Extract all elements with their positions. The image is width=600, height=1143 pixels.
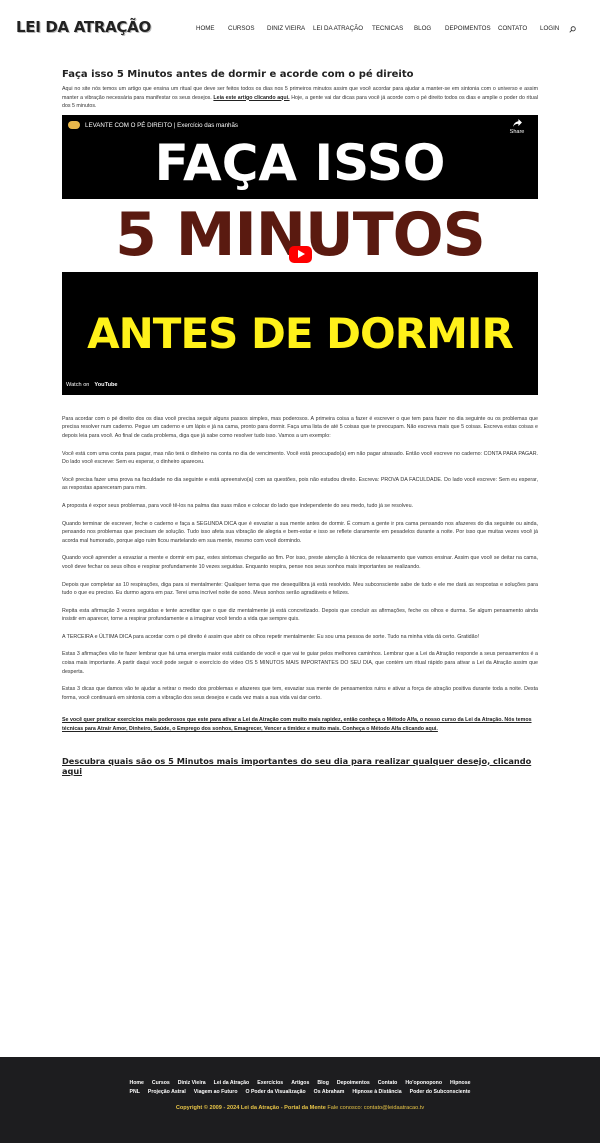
nav-blog[interactable]: BLOG: [414, 25, 431, 32]
article-paragraph: Depois que completar as 10 respirações, …: [62, 581, 538, 597]
nav-tecnicas[interactable]: TECNICAS: [372, 25, 403, 32]
footer-link-exercicios[interactable]: Exercícios: [257, 1080, 283, 1086]
nav-contato[interactable]: CONTATO: [498, 25, 527, 32]
footer-copyright: Copyright © 2009 - 2024 Lei da Atração -…: [0, 1105, 600, 1111]
article-title: Faça isso 5 Minutos antes de dormir e ac…: [62, 69, 414, 80]
footer-link-hooponopono[interactable]: Ho'oponopono: [405, 1080, 442, 1086]
footer-link-poder-da-visualizacao[interactable]: O Poder da Visualização: [246, 1089, 306, 1095]
nav-lei-da-atracao[interactable]: LEI DA ATRAÇÃO: [313, 25, 363, 32]
site-header: LEI DA ATRAÇÃO HOME CURSOS DINIZ VIEIRA …: [0, 0, 600, 58]
footer-link-artigos[interactable]: Artigos: [291, 1080, 309, 1086]
footer-link-os-abraham[interactable]: Os Abraham: [314, 1089, 345, 1095]
article-paragraph: Quando você aprender a esvaziar a mente …: [62, 555, 538, 570]
footer-link-home[interactable]: Home: [130, 1080, 144, 1086]
article-paragraph: A proposta é expor seus problemas, para …: [62, 502, 413, 509]
main-nav: HOME CURSOS DINIZ VIEIRA LEI DA ATRAÇÃO …: [0, 25, 600, 35]
article-paragraph: Para acordar com o pé direito dos os dia…: [62, 415, 538, 439]
article: Faça isso 5 Minutos antes de dormir e ac…: [62, 68, 538, 776]
share-button[interactable]: Share: [506, 118, 528, 139]
share-icon: [512, 118, 522, 127]
article-paragraph: Estas 3 afirmações vão te fazer lembrar …: [62, 651, 538, 675]
footer-link-poder-do-subconsciente[interactable]: Poder do Subconsciente: [410, 1089, 471, 1095]
video-title[interactable]: LEVANTE COM O PÉ DIREITO | Exercício das…: [85, 122, 238, 129]
nav-depoimentos[interactable]: DEPOIMENTOS: [445, 25, 491, 32]
footer-link-contato[interactable]: Contato: [378, 1080, 398, 1086]
article-paragraph: Repita esta afirmação 3 vezes seguidas e…: [62, 607, 538, 623]
footer-link-lei-da-atracao[interactable]: Lei da Atração: [214, 1080, 250, 1086]
footer-link-diniz-vieira[interactable]: Diniz Vieira: [178, 1080, 206, 1086]
footer-links-row-1: Home Cursos Diniz Vieira Lei da Atração Exer…: [0, 1080, 600, 1086]
contact-email[interactable]: Fale conosco: contato@leidaatracao.tv: [327, 1105, 424, 1111]
footer-links-row-2: PNL Projeção Astral Viagem ao Futuro O Pode…: [0, 1089, 600, 1095]
article-paragraph: Quando terminar de escrever, feche o cad…: [62, 520, 538, 544]
footer-link-hipnose[interactable]: Hipnose: [450, 1080, 470, 1086]
article-paragraph: Você precisa fazer uma prova na faculdad…: [62, 476, 538, 492]
article-paragraph: Estas 3 dicas que damos vão te ajudar a …: [62, 686, 538, 701]
thumbnail-line-3: ANTES DE DORMIR: [62, 271, 538, 395]
nav-diniz-vieira[interactable]: DINIZ VIEIRA: [267, 25, 305, 32]
footer-link-pnl[interactable]: PNL: [130, 1089, 140, 1095]
youtube-logo: YouTube: [94, 381, 118, 388]
metodo-alfa-cta-link[interactable]: Se você quer praticar exercícios mais po…: [62, 716, 538, 733]
site-footer: Home Cursos Diniz Vieira Lei da Atração Exer…: [0, 1057, 600, 1143]
five-minutes-article-link[interactable]: Descubra quais são os 5 Minutos mais imp…: [62, 756, 538, 776]
intro-article-link[interactable]: Leia este artigo clicando aqui.: [213, 95, 289, 101]
footer-link-projecao-astral[interactable]: Projeção Astral: [148, 1089, 186, 1095]
intro-paragraph: Aqui no site nós temos um artigo que ens…: [62, 85, 538, 111]
footer-link-hipnose-a-distancia[interactable]: Hipnose à Distância: [352, 1089, 401, 1095]
nav-cursos[interactable]: CURSOS: [228, 25, 254, 32]
watch-on-youtube-button[interactable]: Watch on YouTube: [62, 376, 122, 393]
article-paragraph: A TERCEIRA e ÚLTIMA DICA para acordar co…: [62, 633, 479, 640]
footer-link-viagem-ao-futuro[interactable]: Viagem ao Futuro: [194, 1089, 238, 1095]
channel-avatar-icon[interactable]: [68, 120, 80, 129]
video-top-bar: LEVANTE COM O PÉ DIREITO | Exercício das…: [62, 115, 538, 139]
youtube-video-embed[interactable]: FAÇA ISSO 5 MINUTOS ANTES DE DORMIR LEVA…: [62, 114, 538, 395]
play-button-icon[interactable]: [289, 245, 312, 263]
nav-login[interactable]: LOGIN: [540, 25, 559, 32]
footer-link-blog[interactable]: Blog: [317, 1080, 329, 1086]
nav-home[interactable]: HOME: [196, 25, 215, 32]
share-label: Share: [509, 128, 525, 135]
footer-link-depoimentos[interactable]: Depoimentos: [337, 1080, 370, 1086]
copyright-text: Copyright © 2009 - 2024 Lei da Atração -…: [175, 1105, 326, 1111]
footer-link-cursos[interactable]: Cursos: [152, 1080, 170, 1086]
watch-on-label: Watch on: [66, 381, 90, 388]
article-paragraph: Você está com uma conta para pagar, mas …: [62, 450, 538, 466]
search-icon[interactable]: [569, 26, 576, 33]
